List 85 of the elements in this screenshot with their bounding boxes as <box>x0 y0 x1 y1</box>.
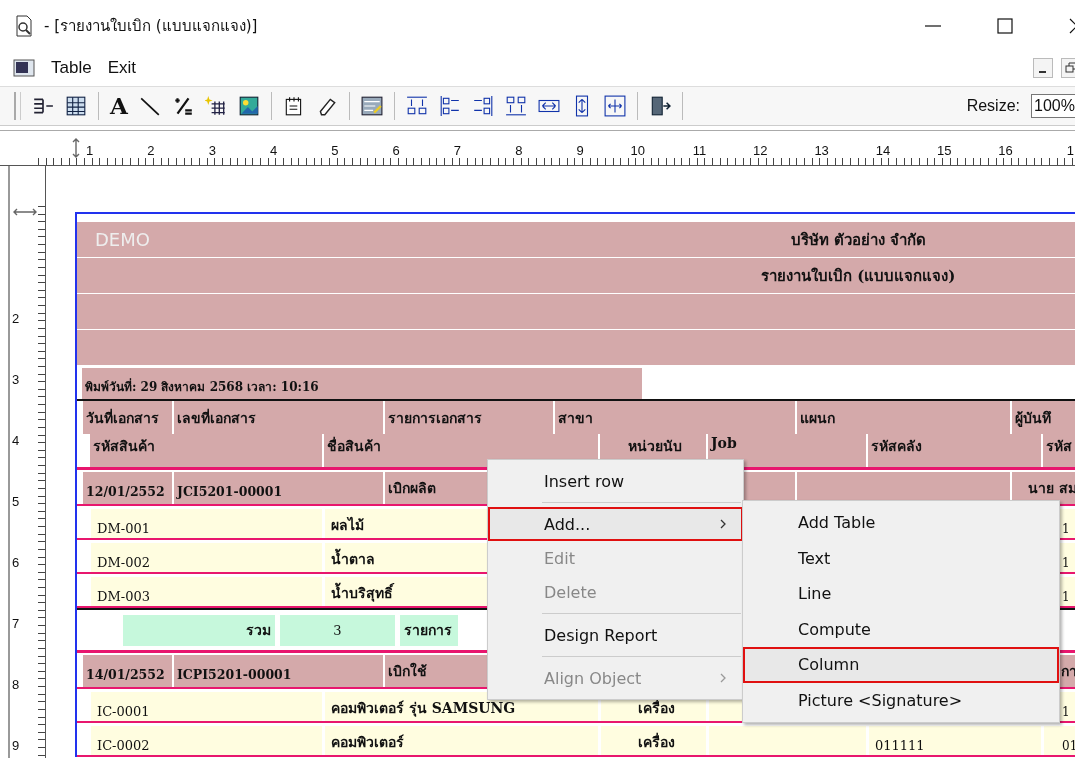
doc-number-cell: JCI5201-00001 <box>172 472 383 504</box>
column-header: สาขา <box>553 401 795 434</box>
doc-date-cell: 14/01/2552 <box>81 655 172 687</box>
product-code-cell: DM-001 <box>88 509 322 538</box>
ruler-label: 14 <box>875 143 891 158</box>
report-icon[interactable] <box>360 95 383 117</box>
column-header: รายการเอกสาร <box>383 401 553 434</box>
menu-item[interactable]: Table <box>51 58 92 78</box>
resize-label: Resize: <box>966 97 1020 115</box>
total-count: 3 <box>280 614 395 646</box>
ruler-label: 2 <box>11 310 21 328</box>
ruler-label: 10 <box>630 143 645 158</box>
context-menu-item[interactable]: Add... <box>488 507 743 541</box>
line-icon[interactable] <box>138 95 161 117</box>
column-header: Job <box>706 434 866 467</box>
ruler-label: 5 <box>331 143 339 158</box>
ruler-label: 5 <box>11 493 21 511</box>
product-code-cell: DM-003 <box>88 577 322 606</box>
report-title: รายงานใบเบิก (แบบแจกแจง) <box>761 265 956 287</box>
minimize-icon[interactable] <box>1033 58 1053 78</box>
ruler-label: 1 <box>86 143 94 158</box>
ruler-label: 7 <box>453 143 462 158</box>
text-tool[interactable]: A <box>110 94 128 118</box>
ruler-label: 15 <box>937 143 952 158</box>
resize-icon[interactable] <box>603 95 626 117</box>
table-icon[interactable] <box>65 95 87 117</box>
column-header: ผู้บันทึ <box>1010 401 1075 434</box>
ruler-label: 8 <box>11 676 21 694</box>
column-header: เลขที่เอกสาร <box>172 401 383 434</box>
ruler-label: 13 <box>814 143 829 158</box>
maximize-icon[interactable] <box>995 16 1015 36</box>
grid-icon[interactable] <box>204 95 227 117</box>
document-preview-icon <box>14 15 34 37</box>
column-header: แผนก <box>795 401 1010 434</box>
ruler-label: 8 <box>515 143 523 158</box>
column-header: รหัสคลัง <box>866 434 1041 467</box>
table-cell: 01 <box>1041 726 1075 755</box>
align-bottom-icon[interactable] <box>504 95 527 117</box>
warehouse-cell: 011111 <box>866 726 1041 755</box>
ruler-label: 3 <box>11 371 21 389</box>
submenu-item[interactable]: Compute <box>743 611 1059 647</box>
ruler-label: 1 <box>1066 143 1075 158</box>
toolbar-grip[interactable] <box>14 92 21 120</box>
ruler-label: 6 <box>392 143 400 158</box>
column-header: วันที่เอกสาร <box>81 401 172 434</box>
window-title: - [รายงานใบเบิก (แบบแจกแจง)] <box>44 16 258 37</box>
context-menu-item[interactable]: Design Report <box>488 618 743 652</box>
column-header: รหัสสินค้า <box>88 434 322 467</box>
product-code-cell: IC-0002 <box>88 726 322 755</box>
ruler-label: 11 <box>692 143 707 158</box>
product-name-cell: คอมพิวเตอร์ <box>322 726 598 755</box>
align-left-icon[interactable] <box>438 95 461 117</box>
total-label: รวม <box>123 614 275 646</box>
ruler-label: 2 <box>147 143 155 158</box>
menu-item[interactable]: Exit <box>107 58 136 78</box>
ruler-label: 4 <box>11 432 21 450</box>
resize-field[interactable]: 100% <box>1031 94 1075 118</box>
restore-icon[interactable] <box>1061 58 1075 78</box>
ruler-label: 7 <box>11 615 21 633</box>
submenu-item[interactable]: Column <box>743 647 1059 683</box>
company-name: บริษัท ตัวอย่าง จำกัด <box>791 229 927 251</box>
ruler-label: 4 <box>269 143 278 158</box>
print-date: พิมพ์วันที่: 29 สิงหาคม 2568 เวลา: 10:16 <box>82 368 642 399</box>
ruler-label: 6 <box>11 554 21 572</box>
column-header: ชื่อสินค้า <box>322 434 598 467</box>
height-handle-icon[interactable] <box>70 137 82 159</box>
doc-date-cell: 12/01/2552 <box>81 472 172 504</box>
ruler-label: 9 <box>11 737 21 755</box>
demo-watermark: DEMO <box>95 229 150 250</box>
window-icon[interactable] <box>13 59 35 77</box>
total-unit: รายการ <box>400 614 458 646</box>
ruler-label: 16 <box>998 143 1013 158</box>
doc-number-cell: ICPI5201-00001 <box>172 655 383 687</box>
recorder-cell: นาย สม <box>1010 472 1075 504</box>
product-code-cell: DM-002 <box>88 543 322 572</box>
column-header: รหัส <box>1041 434 1075 467</box>
ruler-label: 12 <box>753 143 768 158</box>
image-icon[interactable] <box>237 95 260 117</box>
unit-cell: เครื่อง <box>598 726 706 755</box>
ruler-label: 9 <box>576 143 584 158</box>
align-right-icon[interactable] <box>471 95 494 117</box>
align-top-icon[interactable] <box>405 95 428 117</box>
ruler-label: 3 <box>208 143 216 158</box>
product-code-cell: IC-0001 <box>88 692 322 721</box>
width-handle-icon[interactable] <box>12 206 38 218</box>
